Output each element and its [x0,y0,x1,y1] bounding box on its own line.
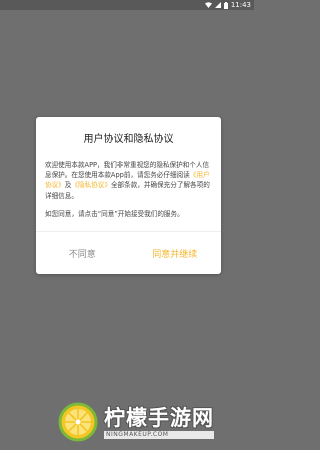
status-bar: 11:43 [0,0,254,10]
paragraph-1-text: 欢迎使用本款APP，我们非常重视您的隐私保护和个人信息保护。在您使用本款App前… [45,161,210,180]
lemon-logo-icon [58,402,98,442]
dialog-title: 用户协议和隐私协议 [83,134,174,145]
watermark-text: 柠檬手游网 NINGMAKEUP.COM [104,406,214,439]
site-watermark: 柠檬手游网 NINGMAKEUP.COM [58,402,214,442]
watermark-name: 柠檬手游网 [104,405,214,430]
battery-icon [223,1,228,9]
agree-continue-button[interactable]: 同意并继续 [129,232,222,274]
disagree-button[interactable]: 不同意 [36,232,129,274]
privacy-dialog: 用户协议和隐私协议 欢迎使用本款APP，我们非常重视您的隐私保护和个人信息保护。… [36,117,221,274]
dialog-paragraph-2: 如您同意，请点击“同意”开始接受我们的服务。 [45,210,184,219]
watermark-url: NINGMAKEUP.COM [104,430,214,439]
wifi-icon [204,2,212,8]
signal-icon [214,2,221,8]
dialog-buttons: 不同意 同意并继续 [36,232,221,274]
dialog-body: 欢迎使用本款APP，我们非常重视您的隐私保护和个人信息保护。在您使用本款App前… [45,160,213,220]
dialog-paragraph-1: 欢迎使用本款APP，我们非常重视您的隐私保护和个人信息保护。在您使用本款App前… [45,160,213,201]
status-time: 11:43 [230,1,251,9]
privacy-agreement-link[interactable]: 《隐私协议》 [71,181,111,189]
